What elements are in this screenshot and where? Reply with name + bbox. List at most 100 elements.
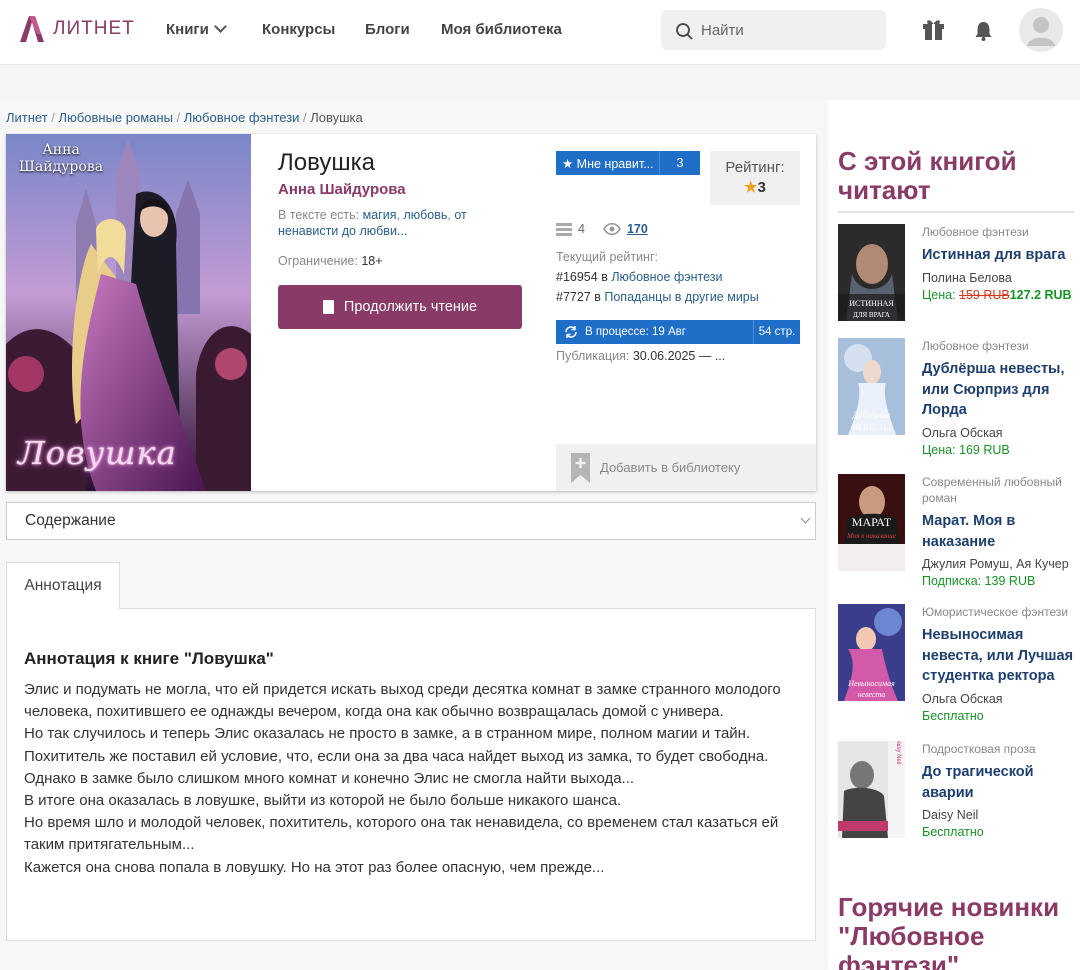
recommendation-info: Любовное фэнтези Дублёрша невесты, или С… [922,338,1074,459]
nav-books-label: Книги [166,21,209,38]
svg-text:НЕВЕСТЫ: НЕВЕСТЫ [852,423,890,432]
chapters-count: 4 [578,222,585,236]
cover-image: ИСТИННАЯ ДЛЯ ВРАГА [838,224,905,321]
sidebar-divider [838,211,1074,213]
breadcrumb-litnet[interactable]: Литнет [6,110,48,125]
logo-text: ЛИТНЕТ [53,18,135,39]
bookmark-add-icon [571,452,590,483]
old-price: 159 RUB [959,287,1010,302]
recommendation-author[interactable]: Полина Белова [922,270,1074,286]
user-avatar-icon [1027,17,1055,46]
star-icon: ★ [744,179,758,196]
recommendation-price: Цена: 169 RUB [922,442,1010,457]
cover-title-text: Ловушка [18,434,177,472]
sidebar-heading-also-read: С этой книгой читают [838,146,1017,205]
like-button[interactable]: ★ Мне нравит... 3 [556,151,700,175]
rank-genre-link[interactable]: Любовное фэнтези [611,270,722,284]
svg-text:Дублёрша: Дублёрша [852,410,891,420]
book-tags: В тексте есть: магия, любовь, от ненавис… [278,208,467,238]
rank-genre-link[interactable]: Попаданцы в другие миры [604,290,758,304]
recommendation-info: Любовное фэнтези Истинная для врага Поли… [922,224,1074,304]
svg-text:Моя в наказание: Моя в наказание [846,532,896,540]
recommendation-author[interactable]: Daisy Neil [922,807,1074,823]
pages-count: 54 стр. [758,326,796,338]
age-restriction: Ограничение: 18+ [278,254,383,268]
rank-row: #16954 в Любовное фэнтези [556,267,759,287]
rank-number: #7727 [556,290,591,304]
search-input[interactable] [701,19,871,41]
book-author-link[interactable]: Анна Шайдурова [278,181,406,198]
book-stats: 4 170 [556,222,648,236]
tag-link[interactable]: любовь [403,208,447,222]
recommendation-genre: Любовное фэнтези [922,339,1029,353]
restriction-value: 18+ [361,254,383,268]
recommendation-author[interactable]: Джулия Ромуш, Ая Кучер [922,556,1074,572]
refresh-icon [565,326,577,338]
breadcrumb-romantic-fantasy[interactable]: Любовное фэнтези [184,110,300,125]
recommendation-genre: Современный любовный роман [922,475,1062,505]
recommendation-info: Современный любовный роман Марат. Моя в … [922,474,1074,590]
annotation-panel: Аннотация к книге "Ловушка" Элис и подум… [6,608,816,941]
logo-mark-icon [20,16,44,42]
tab-annotation[interactable]: Аннотация [6,562,120,609]
recommendation-title[interactable]: Марат. Моя в наказание [922,511,1074,552]
rating-value: 3 [757,179,766,196]
nav-contests[interactable]: Конкурсы [262,21,335,38]
sidebar-heading-hot-new: Горячие новинки "Любовное фэнтези" [838,893,1060,970]
publication-date: Публикация: 30.06.2025 — ... [556,349,725,363]
rank-in: в [601,270,608,284]
recommendation-genre: Юмористическое фэнтези [922,605,1069,619]
nav-blogs[interactable]: Блоги [365,21,410,38]
chevron-down-icon [214,20,227,33]
rating-box: Рейтинг: ★3 [710,151,800,205]
book-icon [322,300,334,314]
chapters-icon [556,223,572,236]
nav-books[interactable]: Книги [166,20,227,38]
annotation-paragraph: Однако в замке было слишком много комнат… [24,769,635,787]
recommendation-price: Бесплатно [922,708,984,723]
recommendation-author[interactable]: Ольга Обская [922,691,1074,707]
recommendation-cover: ИСТИННАЯ ДЛЯ ВРАГА [838,224,905,321]
recommendation-title[interactable]: Невыносимая невеста, или Лучшая студентк… [922,625,1074,687]
restriction-label: Ограничение: [278,254,358,268]
eye-icon [603,223,621,235]
annotation-paragraph: В итоге она оказалась в ловушке, выйти и… [24,792,622,810]
rank-row: #7727 в Попаданцы в другие миры [556,287,759,307]
cover-author-text: Анна Шайдурова [18,142,104,175]
rank-in: в [594,290,601,304]
publication-label: Публикация: [556,349,630,363]
search-icon [676,23,693,40]
book-card: Анна Шайдурова Ловушка Ловушка Анна Шайд… [6,134,816,491]
cover-image: Невыносимая невеста [838,604,905,701]
recommendation-info: Юмористическое фэнтези Невыносимая невес… [922,604,1074,725]
user-avatar[interactable] [1019,8,1063,52]
svg-text:Daisy Neil: Daisy Neil [895,741,901,765]
gift-icon[interactable] [922,17,945,41]
annotation-text: Элис и подумать не могла, что ей придетс… [24,679,804,879]
chevron-down-icon [800,513,811,524]
status-label: В процессе: 19 Авг [585,326,686,338]
recommendation-title[interactable]: До трагической аварии [922,762,1074,803]
recommendation-title[interactable]: Истинная для врага [922,245,1074,266]
continue-reading-button[interactable]: Продолжить чтение [278,285,522,329]
recommendation-author[interactable]: Ольга Обская [922,425,1074,441]
recommendation-info: Подростковая проза До трагической аварии… [922,741,1074,841]
price-label: Цена: [922,287,959,302]
recommendation-title[interactable]: Дублёрша невесты, или Сюрприз для Лорда [922,359,1074,421]
breadcrumb-current: Ловушка [310,110,363,125]
recommendation-cover: Невыносимая невеста [838,604,905,701]
top-band [0,65,1080,100]
breadcrumb-romance[interactable]: Любовные романы [59,110,173,125]
search-box[interactable] [661,10,886,50]
bell-icon[interactable] [975,21,992,41]
views-count-link[interactable]: 170 [627,222,648,236]
contents-select[interactable]: Содержание [6,502,816,540]
cover-image: МАРАТ Моя в наказание [838,474,905,571]
tag-link[interactable]: магия [363,208,397,222]
annotation-paragraph: Кажется она снова попала в ловушку. Но н… [24,858,605,876]
annotation-paragraph: Но время шло и молодой человек, похитите… [24,814,779,854]
nav-my-library[interactable]: Моя библиотека [441,21,562,38]
rank-number: #16954 [556,270,598,284]
add-to-library-button[interactable]: Добавить в библиотеку [556,444,816,491]
site-logo[interactable]: ЛИТНЕТ [17,14,135,44]
